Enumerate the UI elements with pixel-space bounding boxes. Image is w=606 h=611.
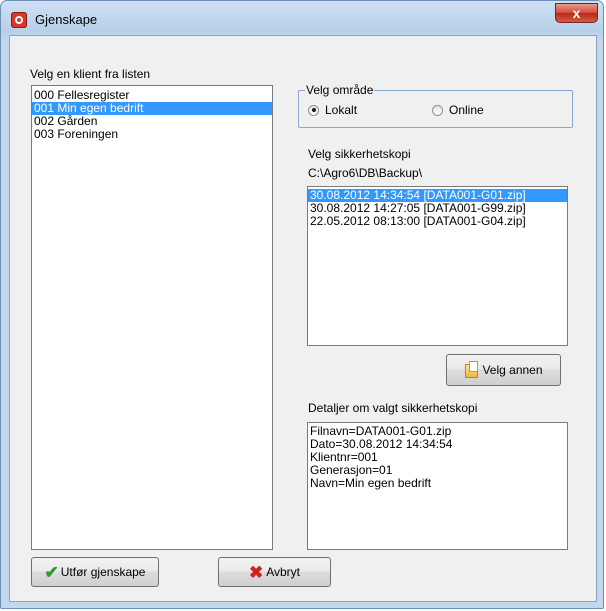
choose-other-button[interactable]: Velg annen bbox=[446, 354, 561, 386]
backup-label: Velg sikkerhetskopi bbox=[308, 147, 411, 161]
title-bar: Gjenskape x bbox=[1, 1, 605, 35]
client-item-003[interactable]: 003 Foreningen bbox=[32, 128, 272, 141]
client-list-label: Velg en klient fra listen bbox=[30, 67, 151, 81]
cancel-button[interactable]: ✖ Avbryt bbox=[218, 557, 331, 587]
backup-path: C:\Agro6\DB\Backup\ bbox=[308, 166, 423, 180]
close-button[interactable]: x bbox=[555, 3, 598, 23]
detail-name: Navn=Min egen bedrift bbox=[310, 476, 432, 490]
window-title: Gjenskape bbox=[35, 12, 98, 27]
app-gear-icon bbox=[11, 12, 27, 28]
restore-dialog: Gjenskape x Velg en klient fra listen 00… bbox=[0, 0, 604, 609]
details-textbox[interactable]: Filnavn=DATA001-G01.zip Dato=30.08.2012 … bbox=[307, 422, 568, 550]
folder-document-icon bbox=[464, 361, 480, 379]
area-groupbox: Velg område Lokalt Online bbox=[298, 83, 573, 128]
details-label: Detaljer om valgt sikkerhetskopi bbox=[308, 401, 478, 415]
dialog-body: Velg en klient fra listen 000 Fellesregi… bbox=[9, 35, 597, 602]
client-listbox[interactable]: 000 Fellesregister 001 Min egen bedrift … bbox=[31, 85, 273, 550]
radio-lokalt[interactable]: Lokalt bbox=[308, 103, 357, 117]
restore-label: Utfør gjenskape bbox=[60, 565, 146, 579]
choose-other-label: Velg annen bbox=[482, 363, 543, 377]
backup-listbox[interactable]: 30.08.2012 14:34:54 [DATA001-G01.zip] 30… bbox=[307, 186, 568, 346]
checkmark-icon: ✔ bbox=[44, 562, 59, 582]
radio-online-label: Online bbox=[449, 103, 484, 117]
radio-online[interactable]: Online bbox=[432, 103, 484, 117]
area-group-title: Velg område bbox=[305, 83, 375, 97]
close-icon: x bbox=[572, 5, 581, 21]
restore-button[interactable]: ✔ Utfør gjenskape bbox=[31, 557, 159, 587]
red-x-icon: ✖ bbox=[248, 562, 264, 582]
radio-lokalt-indicator[interactable] bbox=[308, 104, 319, 116]
radio-lokalt-label: Lokalt bbox=[325, 103, 358, 117]
radio-online-indicator[interactable] bbox=[432, 104, 443, 116]
cancel-label: Avbryt bbox=[266, 565, 301, 579]
backup-item-g04[interactable]: 22.05.2012 08:13:00 [DATA001-G04.zip] bbox=[308, 215, 567, 228]
